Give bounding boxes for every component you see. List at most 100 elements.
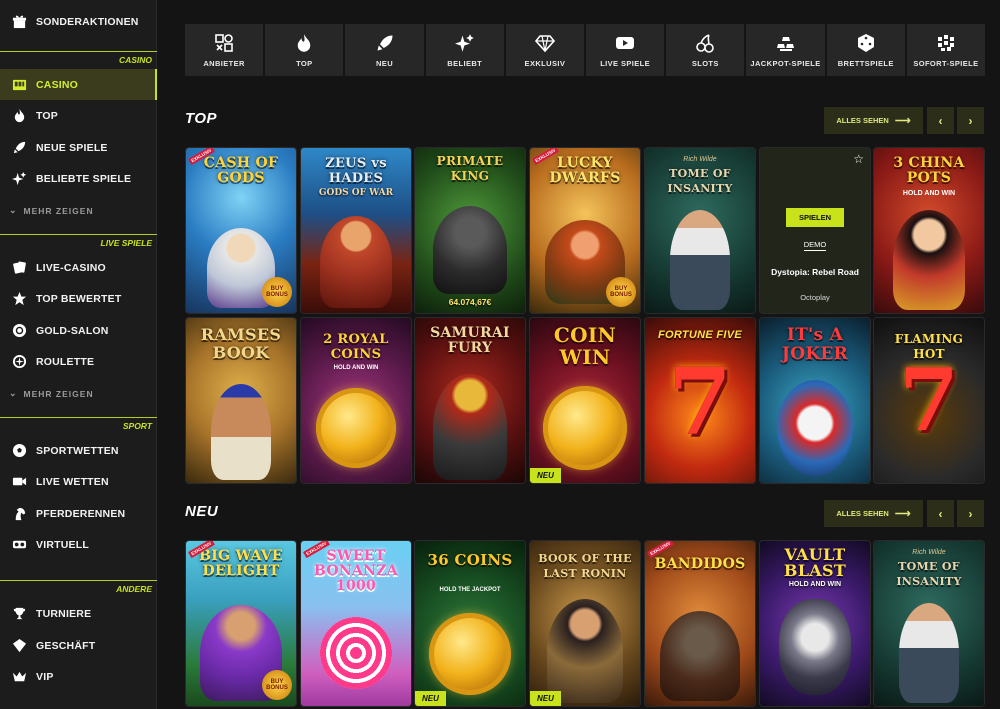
chevron-down-icon: ⌄ [9, 205, 18, 215]
provider-tag: Rich Wilde [912, 549, 946, 556]
sidebar-item-live-betting[interactable]: LIVE WETTEN [0, 466, 157, 497]
game-title: RAMSES BOOK [200, 325, 282, 362]
game-tile-lucky-dwarfs[interactable]: LUCKY DWARFS EXKLUSIV BUY BONUS [530, 148, 640, 313]
game-title: FLAMING HOT [894, 332, 964, 361]
game-tile-primate-king[interactable]: PRIMATE KING 64.074,67€ [415, 148, 525, 313]
football-icon [11, 443, 27, 459]
game-tile-fortune-five[interactable]: 7 FORTUNE FIVE [645, 318, 755, 483]
sidebar-item-popular-games[interactable]: BELIEBTE SPIELE [0, 163, 157, 194]
sidebar-item-top-rated[interactable]: TOP BEWERTET [0, 283, 157, 314]
game-tile-36-coins[interactable]: 36 COINS HOLD THE JACKPOT NEU [415, 541, 525, 706]
buy-bonus-badge: BUY BONUS [262, 277, 292, 307]
game-subtitle: GODS OF WAR [318, 188, 394, 198]
category-new[interactable]: NEU [345, 24, 424, 76]
sidebar-item-vip[interactable]: VIP [0, 661, 157, 692]
category-instant-games[interactable]: SOFORT-SPIELE [906, 24, 986, 76]
game-tile-bandidos[interactable]: BANDIDOS EXKLUSIV [645, 541, 755, 706]
buy-bonus-badge: BUY BONUS [262, 670, 292, 700]
rocket-icon [11, 140, 27, 156]
chip-icon [11, 323, 27, 339]
new-badge: NEU [530, 468, 561, 483]
sidebar-item-top[interactable]: TOP [0, 100, 157, 131]
fire-icon [293, 32, 315, 54]
category-label: SOFORT-SPIELE [913, 59, 979, 68]
sidebar-item-label: NEUE SPIELE [36, 141, 108, 154]
show-more-live[interactable]: ⌄ MEHR ZEIGEN [9, 388, 94, 399]
sidebar-item-label: TOP BEWERTET [36, 292, 122, 305]
arrow-right-icon: ⟶ [894, 115, 911, 127]
sidebar-item-live-casino[interactable]: LIVE-CASINO [0, 252, 157, 283]
game-tile-book-of-the-last-ronin[interactable]: BOOK OF THE LAST RONIN NEU [530, 541, 640, 706]
game-tile-vault-blast[interactable]: VAULT BLAST HOLD AND WIN [760, 541, 870, 706]
sidebar-item-shop[interactable]: GESCHÄFT [0, 630, 157, 661]
sidebar-item-tournaments[interactable]: TURNIERE [0, 598, 157, 629]
sidebar-item-label: VIP [36, 670, 54, 683]
see-all-top-button[interactable]: ALLES SEHEN ⟶ [824, 107, 923, 134]
game-tile-big-wave-delight[interactable]: BIG WAVE DELIGHT EXKLUSIV BUY BONUS [186, 541, 296, 706]
game-tile-its-a-joker[interactable]: IT's A JOKER [760, 318, 870, 483]
game-tile-2-royal-coins[interactable]: 2 ROYAL COINS HOLD AND WIN [301, 318, 411, 483]
sidebar-item-casino[interactable]: CASINO [0, 69, 157, 100]
horse-icon [11, 506, 27, 522]
sidebar-item-new-games[interactable]: NEUE SPIELE [0, 132, 157, 163]
game-subtitle: HOLD THE JACKPOT [439, 587, 501, 593]
game-tile-sweet-bonanza-1000[interactable]: SWEET BONANZA 1000 EXKLUSIV [301, 541, 411, 706]
game-tile-zeus-vs-hades[interactable]: ZEUS vs HADES GODS OF WAR [301, 148, 411, 313]
game-tile-tome-of-insanity[interactable]: Rich Wilde TOME OF INSANITY [645, 148, 755, 313]
chevron-down-icon: ⌄ [9, 388, 18, 398]
next-button-new[interactable]: › [957, 500, 984, 527]
game-title: CASH OF GODS [203, 155, 279, 186]
game-tile-cash-of-gods[interactable]: CASH OF GODS EXKLUSIV BUY BONUS [186, 148, 296, 313]
category-popular[interactable]: BELIEBT [425, 24, 504, 76]
sidebar-item-virtual[interactable]: VIRTUELL [0, 529, 157, 560]
game-title: 2 ROYAL COINS [323, 332, 389, 362]
sidebar-item-label: GOLD-SALON [36, 324, 109, 337]
vr-headset-icon [11, 537, 27, 553]
game-title: BIG WAVE DELIGHT [199, 548, 283, 579]
demo-link[interactable]: DEMO [760, 240, 870, 251]
gift-icon [11, 14, 27, 30]
sidebar-item-horse-racing[interactable]: PFERDERENNEN [0, 498, 157, 529]
sidebar-item-label: ROULETTE [36, 355, 95, 368]
gold-bars-icon [775, 32, 797, 54]
game-tile-flaming-hot[interactable]: 7 FLAMING HOT [874, 318, 984, 483]
instant-icon [935, 32, 957, 54]
sidebar-item-gold-salon[interactable]: GOLD-SALON [0, 315, 157, 346]
game-tile-ramses-book[interactable]: RAMSES BOOK [186, 318, 296, 483]
video-camera-icon [11, 474, 27, 490]
category-top[interactable]: TOP [265, 24, 344, 76]
game-tile-tome-of-insanity-2[interactable]: Rich Wilde TOME OF INSANITY [874, 541, 984, 706]
prev-button-new[interactable]: ‹ [927, 500, 954, 527]
category-slots[interactable]: SLOTS [666, 24, 745, 76]
sidebar-item-label: CASINO [36, 78, 79, 91]
sidebar-item-roulette[interactable]: ROULETTE [0, 346, 157, 377]
chevron-left-icon: ‹ [938, 113, 943, 128]
game-tile-samurai-fury[interactable]: SAMURAI FURY [415, 318, 525, 483]
game-title: SWEET BONANZA 1000 [314, 548, 398, 594]
prev-button-top[interactable]: ‹ [927, 107, 954, 134]
category-live-games[interactable]: LIVE SPIELE [586, 24, 665, 76]
game-tile-3-china-pots[interactable]: 3 CHINA POTS HOLD AND WIN [874, 148, 984, 313]
dice-icon [855, 32, 877, 54]
sidebar-item-promotions[interactable]: SONDERAKTIONEN [0, 6, 157, 37]
jackpot-amount: 64.074,67€ [448, 297, 492, 307]
next-button-top[interactable]: › [957, 107, 984, 134]
category-exclusive[interactable]: EXKLUSIV [505, 24, 585, 76]
play-button[interactable]: SPIELEN [786, 208, 844, 227]
sidebar-item-sports-betting[interactable]: SPORTWETTEN [0, 435, 157, 466]
game-title: IT's A JOKER [781, 325, 849, 364]
new-badge: NEU [530, 691, 561, 706]
game-tile-coin-win[interactable]: COIN WIN NEU [530, 318, 640, 483]
game-title: TOME OF INSANITY [896, 560, 962, 588]
show-more-casino[interactable]: ⌄ MEHR ZEIGEN [9, 205, 94, 216]
favorite-star-icon[interactable]: ☆ [853, 152, 864, 166]
category-board-games[interactable]: BRETTSPIELE [826, 24, 905, 76]
category-providers[interactable]: ANBIETER [185, 24, 264, 76]
game-title: BANDIDOS [654, 556, 746, 572]
star-icon [11, 291, 27, 307]
trophy-icon [11, 606, 27, 622]
category-jackpot-games[interactable]: JACKPOT-SPIELE [746, 24, 825, 76]
game-tile-dystopia-demo[interactable]: ☆ SPIELEN DEMO Dystopia: Rebel Road Octo… [760, 148, 870, 313]
see-all-new-button[interactable]: ALLES SEHEN ⟶ [824, 500, 923, 527]
category-label: LIVE SPIELE [600, 59, 651, 68]
